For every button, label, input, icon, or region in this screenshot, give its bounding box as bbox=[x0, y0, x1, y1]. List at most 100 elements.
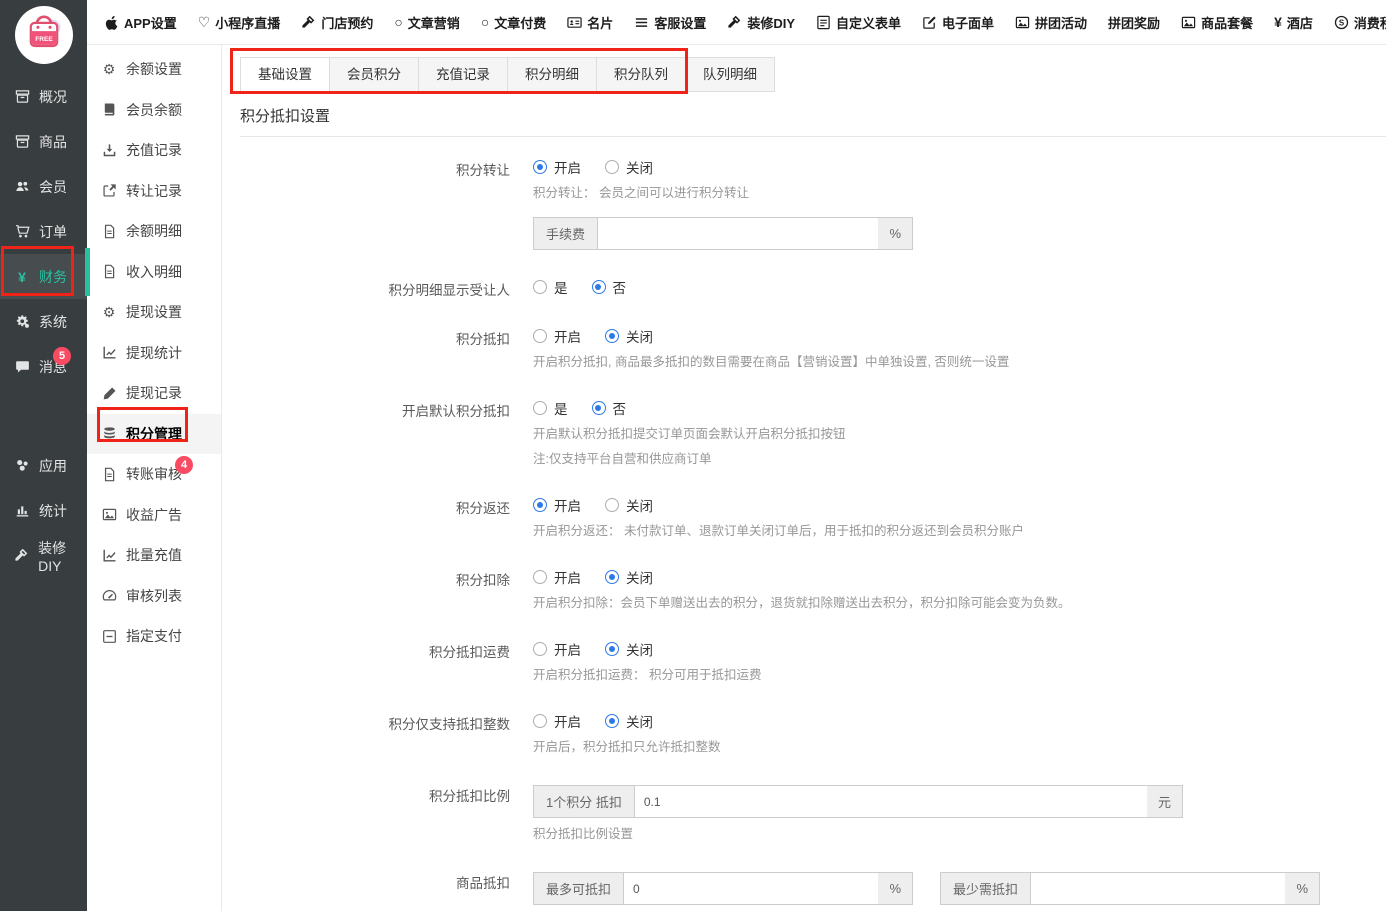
radio-option[interactable]: 开启 bbox=[533, 157, 581, 177]
radio-unchecked-icon[interactable] bbox=[533, 329, 547, 343]
topbar-item-12[interactable]: 商品套餐 bbox=[1181, 13, 1253, 32]
topbar-item-10[interactable]: 拼团活动 bbox=[1015, 13, 1087, 32]
submenu-item-8[interactable]: 提现记录 bbox=[87, 373, 221, 414]
sidebar-item-3[interactable]: 订单 bbox=[0, 209, 87, 254]
tab-1[interactable]: 会员积分 bbox=[329, 57, 419, 92]
submenu-item-label: 收入明细 bbox=[126, 262, 182, 282]
tab-4[interactable]: 积分队列 bbox=[596, 57, 686, 92]
form-row-label: 积分仅支持抵扣整数 bbox=[240, 711, 510, 756]
radio-unchecked-icon[interactable] bbox=[533, 642, 547, 656]
radio-option[interactable]: 关闭 bbox=[605, 639, 653, 659]
topbar-item-3[interactable]: ○ 文章营销 bbox=[394, 13, 459, 32]
radio-option[interactable]: 开启 bbox=[533, 495, 581, 515]
radio-option[interactable]: 是 bbox=[533, 398, 568, 418]
submenu-item-label: 充值记录 bbox=[126, 140, 182, 160]
submenu-item-11[interactable]: 收益广告 bbox=[87, 495, 221, 536]
topbar-item-9[interactable]: 电子面单 bbox=[922, 13, 994, 32]
input-field[interactable] bbox=[598, 217, 879, 250]
topbar-item-label: 文章营销 bbox=[408, 13, 460, 32]
form-row-4: 积分返还 开启 关闭 开启积分返还： 未付款订单、退款订单关闭订单后，用于抵扣的… bbox=[240, 495, 1386, 540]
submenu-item-4[interactable]: 余额明细 bbox=[87, 211, 221, 252]
topbar-item-0[interactable]: APP设置 bbox=[104, 13, 177, 32]
radio-option[interactable]: 关闭 bbox=[605, 326, 653, 346]
svg-text:FREE: FREE bbox=[35, 36, 53, 43]
radio-unchecked-icon[interactable] bbox=[533, 714, 547, 728]
input-prefix-label: 最多可抵扣 bbox=[533, 872, 624, 905]
sidebar-item-1[interactable]: 商品 bbox=[0, 119, 87, 164]
sidebar-item-2[interactable]: 会员 bbox=[0, 164, 87, 209]
radio-checked-icon[interactable] bbox=[605, 714, 619, 728]
submenu-item-3[interactable]: 转让记录 bbox=[87, 171, 221, 212]
input-field[interactable] bbox=[635, 785, 1148, 818]
submenu-item-5[interactable]: 收入明细 bbox=[87, 252, 221, 293]
radio-checked-icon[interactable] bbox=[605, 570, 619, 584]
submenu-item-7[interactable]: 提现统计 bbox=[87, 333, 221, 374]
submenu-item-12[interactable]: 批量充值 bbox=[87, 535, 221, 576]
submenu-item-2[interactable]: 充值记录 bbox=[87, 130, 221, 171]
app-logo[interactable]: FREE bbox=[15, 6, 73, 64]
submenu-item-label: 会员余额 bbox=[126, 100, 182, 120]
radio-checked-icon[interactable] bbox=[592, 280, 606, 294]
radio-unchecked-icon[interactable] bbox=[533, 570, 547, 584]
sidebar-item-9[interactable]: 装修DIY bbox=[0, 533, 87, 578]
radio-checked-icon[interactable] bbox=[605, 642, 619, 656]
input-field[interactable] bbox=[624, 872, 879, 905]
radio-unchecked-icon[interactable] bbox=[533, 401, 547, 415]
radio-option[interactable]: 是 bbox=[533, 277, 568, 297]
topbar-item-2[interactable]: 门店预约 bbox=[301, 13, 373, 32]
radio-unchecked-icon[interactable] bbox=[533, 280, 547, 294]
radio-unchecked-icon[interactable] bbox=[605, 160, 619, 174]
sidebar-item-7[interactable]: 应用 bbox=[0, 443, 87, 488]
topbar-item-6[interactable]: 客服设置 bbox=[634, 13, 706, 32]
tab-label: 积分队列 bbox=[614, 67, 668, 82]
radio-option[interactable]: 开启 bbox=[533, 639, 581, 659]
submenu-item-0[interactable]: ⚙ 余额设置 bbox=[87, 49, 221, 90]
sidebar-item-6[interactable]: 消息 5 bbox=[0, 344, 87, 389]
submenu-item-10[interactable]: 转账审核 4 bbox=[87, 454, 221, 495]
submenu-item-6[interactable]: ⚙ 提现设置 bbox=[87, 292, 221, 333]
topbar-item-14[interactable]: S 消费积分 bbox=[1334, 13, 1386, 32]
radio-group: 开启 关闭 bbox=[533, 495, 1386, 515]
radio-option[interactable]: 开启 bbox=[533, 326, 581, 346]
submenu-item-13[interactable]: 审核列表 bbox=[87, 576, 221, 617]
submenu-item-9[interactable]: 积分管理 bbox=[87, 414, 221, 455]
radio-option[interactable]: 开启 bbox=[533, 711, 581, 731]
radio-checked-icon[interactable] bbox=[533, 160, 547, 174]
submenu-item-label: 余额设置 bbox=[126, 59, 182, 79]
submenu-item-label: 审核列表 bbox=[126, 586, 182, 606]
radio-option[interactable]: 开启 bbox=[533, 567, 581, 587]
tab-5[interactable]: 队列明细 bbox=[685, 57, 775, 92]
tab-3[interactable]: 积分明细 bbox=[507, 57, 597, 92]
topbar-item-13[interactable]: ¥ 酒店 bbox=[1274, 13, 1313, 32]
radio-checked-icon[interactable] bbox=[605, 329, 619, 343]
radio-option[interactable]: 关闭 bbox=[605, 567, 653, 587]
sidebar-item-4[interactable]: ¥ 财务 bbox=[0, 254, 87, 299]
radio-checked-icon[interactable] bbox=[592, 401, 606, 415]
tab-2[interactable]: 充值记录 bbox=[418, 57, 508, 92]
submenu-item-14[interactable]: 指定支付 bbox=[87, 616, 221, 657]
radio-option[interactable]: 关闭 bbox=[605, 495, 653, 515]
radio-option[interactable]: 否 bbox=[592, 277, 627, 297]
tab-0[interactable]: 基础设置 bbox=[240, 57, 330, 92]
topbar-item-1[interactable]: ♡ 小程序直播 bbox=[198, 13, 281, 32]
sidebar-item-0[interactable]: 概况 bbox=[0, 74, 87, 119]
notification-badge: 5 bbox=[53, 347, 71, 365]
sidebar-item-5[interactable]: 系统 bbox=[0, 299, 87, 344]
svg-text:S: S bbox=[1339, 18, 1344, 27]
radio-unchecked-icon[interactable] bbox=[605, 498, 619, 512]
dashboard-icon bbox=[101, 588, 117, 603]
image-icon bbox=[1181, 15, 1196, 30]
radio-option[interactable]: 否 bbox=[592, 398, 627, 418]
topbar-item-11[interactable]: 拼团奖励 bbox=[1108, 13, 1160, 32]
sidebar-item-8[interactable]: 统计 bbox=[0, 488, 87, 533]
radio-checked-icon[interactable] bbox=[533, 498, 547, 512]
heart-icon: ♡ bbox=[198, 15, 211, 29]
input-field[interactable] bbox=[1031, 872, 1286, 905]
topbar-item-5[interactable]: 名片 bbox=[567, 13, 613, 32]
topbar-item-8[interactable]: 自定义表单 bbox=[816, 13, 901, 32]
radio-option[interactable]: 关闭 bbox=[605, 157, 653, 177]
topbar-item-7[interactable]: 装修DIY bbox=[727, 13, 795, 32]
submenu-item-1[interactable]: 会员余额 bbox=[87, 90, 221, 131]
topbar-item-4[interactable]: ○ 文章付费 bbox=[481, 13, 546, 32]
radio-option[interactable]: 关闭 bbox=[605, 711, 653, 731]
